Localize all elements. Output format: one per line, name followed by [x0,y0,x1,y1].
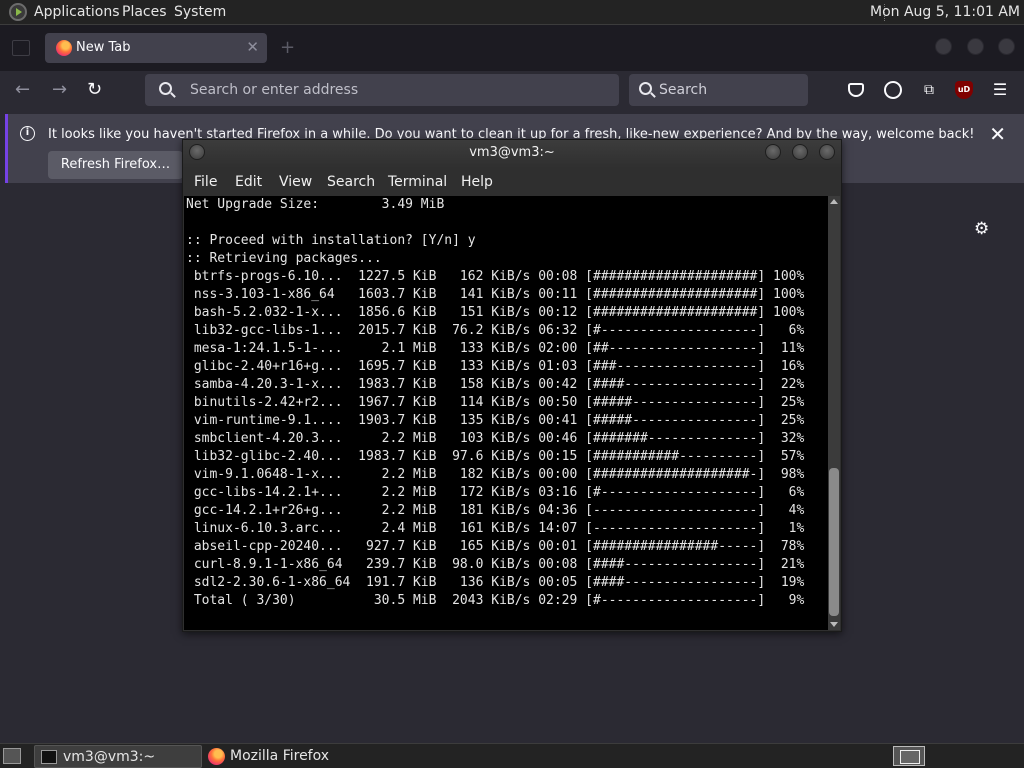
menu-terminal[interactable]: Terminal [388,174,447,190]
distro-logo-icon[interactable] [9,3,27,21]
search-placeholder: Search [659,82,708,98]
terminal-window: vm3@vm3:~ File Edit View Search Terminal… [182,139,842,632]
menu-view[interactable]: View [279,174,312,190]
scroll-down-arrow-icon[interactable] [830,622,838,627]
top-panel: Applications Places System Mon Aug 5, 11… [0,0,1024,25]
terminal-line: Total ( 3/30) 30.5 MiB 2043 KiB/s 02:29 … [186,593,805,608]
terminal-output[interactable]: Net Upgrade Size: 3.49 MiB :: Proceed wi… [184,196,828,630]
firefox-icon [208,748,225,765]
address-bar[interactable]: Search or enter address [145,74,619,106]
refresh-firefox-button[interactable]: Refresh Firefox… [48,151,183,179]
terminal-close-button[interactable] [819,144,835,160]
tab-new-tab[interactable]: New Tab ✕ [45,33,267,63]
firefox-tab-bar: New Tab ✕ + [0,25,1024,71]
reload-icon[interactable]: ↻ [87,80,102,100]
forward-arrow-icon[interactable]: → [52,80,67,100]
workspace-switcher[interactable] [893,746,925,766]
show-desktop-icon[interactable] [3,748,21,764]
back-arrow-icon[interactable]: ← [15,80,30,100]
terminal-line: vim-runtime-9.1.... 1903.7 KiB 135 KiB/s… [186,413,805,428]
applications-menu[interactable]: Applications [34,4,120,20]
taskbar-item-firefox[interactable]: Mozilla Firefox [202,745,370,768]
firefox-view-icon[interactable] [12,40,30,56]
account-icon[interactable] [884,81,902,99]
search-icon [159,82,172,95]
ublock-origin-icon[interactable]: uD [955,81,973,99]
terminal-line: samba-4.20.3-1-x... 1983.7 KiB 158 KiB/s… [186,377,805,392]
terminal-line: :: Proceed with installation? [Y/n] y [186,233,476,248]
address-placeholder: Search or enter address [190,82,359,98]
terminal-line: abseil-cpp-20240... 927.7 KiB 165 KiB/s … [186,539,805,554]
extensions-puzzle-icon[interactable]: ⧉ [920,81,938,99]
terminal-titlebar[interactable]: vm3@vm3:~ [183,140,841,168]
terminal-line: vim-9.1.0648-1-x... 2.2 MiB 182 KiB/s 00… [186,467,805,482]
scrollbar-thumb[interactable] [829,468,839,616]
terminal-line: Net Upgrade Size: 3.49 MiB [186,197,445,212]
taskbar-label: vm3@vm3:~ [63,749,156,765]
scroll-up-arrow-icon[interactable] [830,199,838,204]
taskbar-label: Mozilla Firefox [230,748,330,764]
tab-title: New Tab [76,40,131,55]
terminal-line: nss-3.103-1-x86_64 1603.7 KiB 141 KiB/s … [186,287,805,302]
new-tab-plus-icon[interactable]: + [280,37,295,58]
terminal-title: vm3@vm3:~ [469,145,555,160]
tab-close-icon[interactable]: ✕ [246,38,259,56]
close-window-button[interactable] [998,38,1015,55]
firefox-favicon-icon [56,40,72,56]
minimize-window-button[interactable] [935,38,952,55]
terminal-line: :: Retrieving packages... [186,251,382,266]
terminal-line: glibc-2.40+r16+g... 1695.7 KiB 133 KiB/s… [186,359,805,374]
terminal-line: smbclient-4.20.3... 2.2 MiB 103 KiB/s 00… [186,431,805,446]
bottom-panel: vm3@vm3:~ Mozilla Firefox [0,743,1024,768]
system-menu[interactable]: System [174,4,226,20]
info-icon: i [20,126,35,141]
terminal-line: sdl2-2.30.6-1-x86_64 191.7 KiB 136 KiB/s… [186,575,805,590]
terminal-line: lib32-glibc-2.40... 1983.7 KiB 97.6 KiB/… [186,449,805,464]
terminal-scrollbar[interactable] [828,196,840,630]
terminal-line: linux-6.10.3.arc... 2.4 MiB 161 KiB/s 14… [186,521,805,536]
search-bar[interactable]: Search [629,74,808,106]
terminal-icon [41,750,57,764]
terminal-line: lib32-gcc-libs-1... 2015.7 KiB 76.2 KiB/… [186,323,805,338]
terminal-line: mesa-1:24.1.5-1-... 2.1 MiB 133 KiB/s 02… [186,341,805,356]
terminal-line: bash-5.2.032-1-x... 1856.6 KiB 151 KiB/s… [186,305,805,320]
hamburger-menu-icon[interactable]: ☰ [991,81,1009,99]
terminal-line: gcc-libs-14.2.1+... 2.2 MiB 172 KiB/s 03… [186,485,805,500]
pocket-icon[interactable] [848,83,864,97]
menu-file[interactable]: File [194,174,217,190]
terminal-menubar: File Edit View Search Terminal Help [183,168,841,196]
terminal-line: binutils-2.42+r2... 1967.7 KiB 114 KiB/s… [186,395,805,410]
clock[interactable]: Mon Aug 5, 11:01 AM [870,4,1020,20]
gear-icon[interactable]: ⚙ [974,219,989,239]
firefox-nav-bar: ← → ↻ Search or enter address Search ⧉ u… [0,71,1024,112]
menu-help[interactable]: Help [461,174,493,190]
places-menu[interactable]: Places [122,4,167,20]
taskbar-item-terminal[interactable]: vm3@vm3:~ [34,745,202,768]
terminal-line: gcc-14.2.1+r26+g... 2.2 MiB 181 KiB/s 04… [186,503,805,518]
menu-search[interactable]: Search [327,174,375,190]
terminal-line: btrfs-progs-6.10... 1227.5 KiB 162 KiB/s… [186,269,805,284]
terminal-minimize-button[interactable] [765,144,781,160]
maximize-window-button[interactable] [967,38,984,55]
search-icon [639,82,652,95]
terminal-maximize-button[interactable] [792,144,808,160]
notification-close-icon[interactable]: ✕ [989,122,1006,146]
menu-edit[interactable]: Edit [235,174,262,190]
terminal-line: curl-8.9.1-1-x86_64 239.7 KiB 98.0 KiB/s… [186,557,805,572]
